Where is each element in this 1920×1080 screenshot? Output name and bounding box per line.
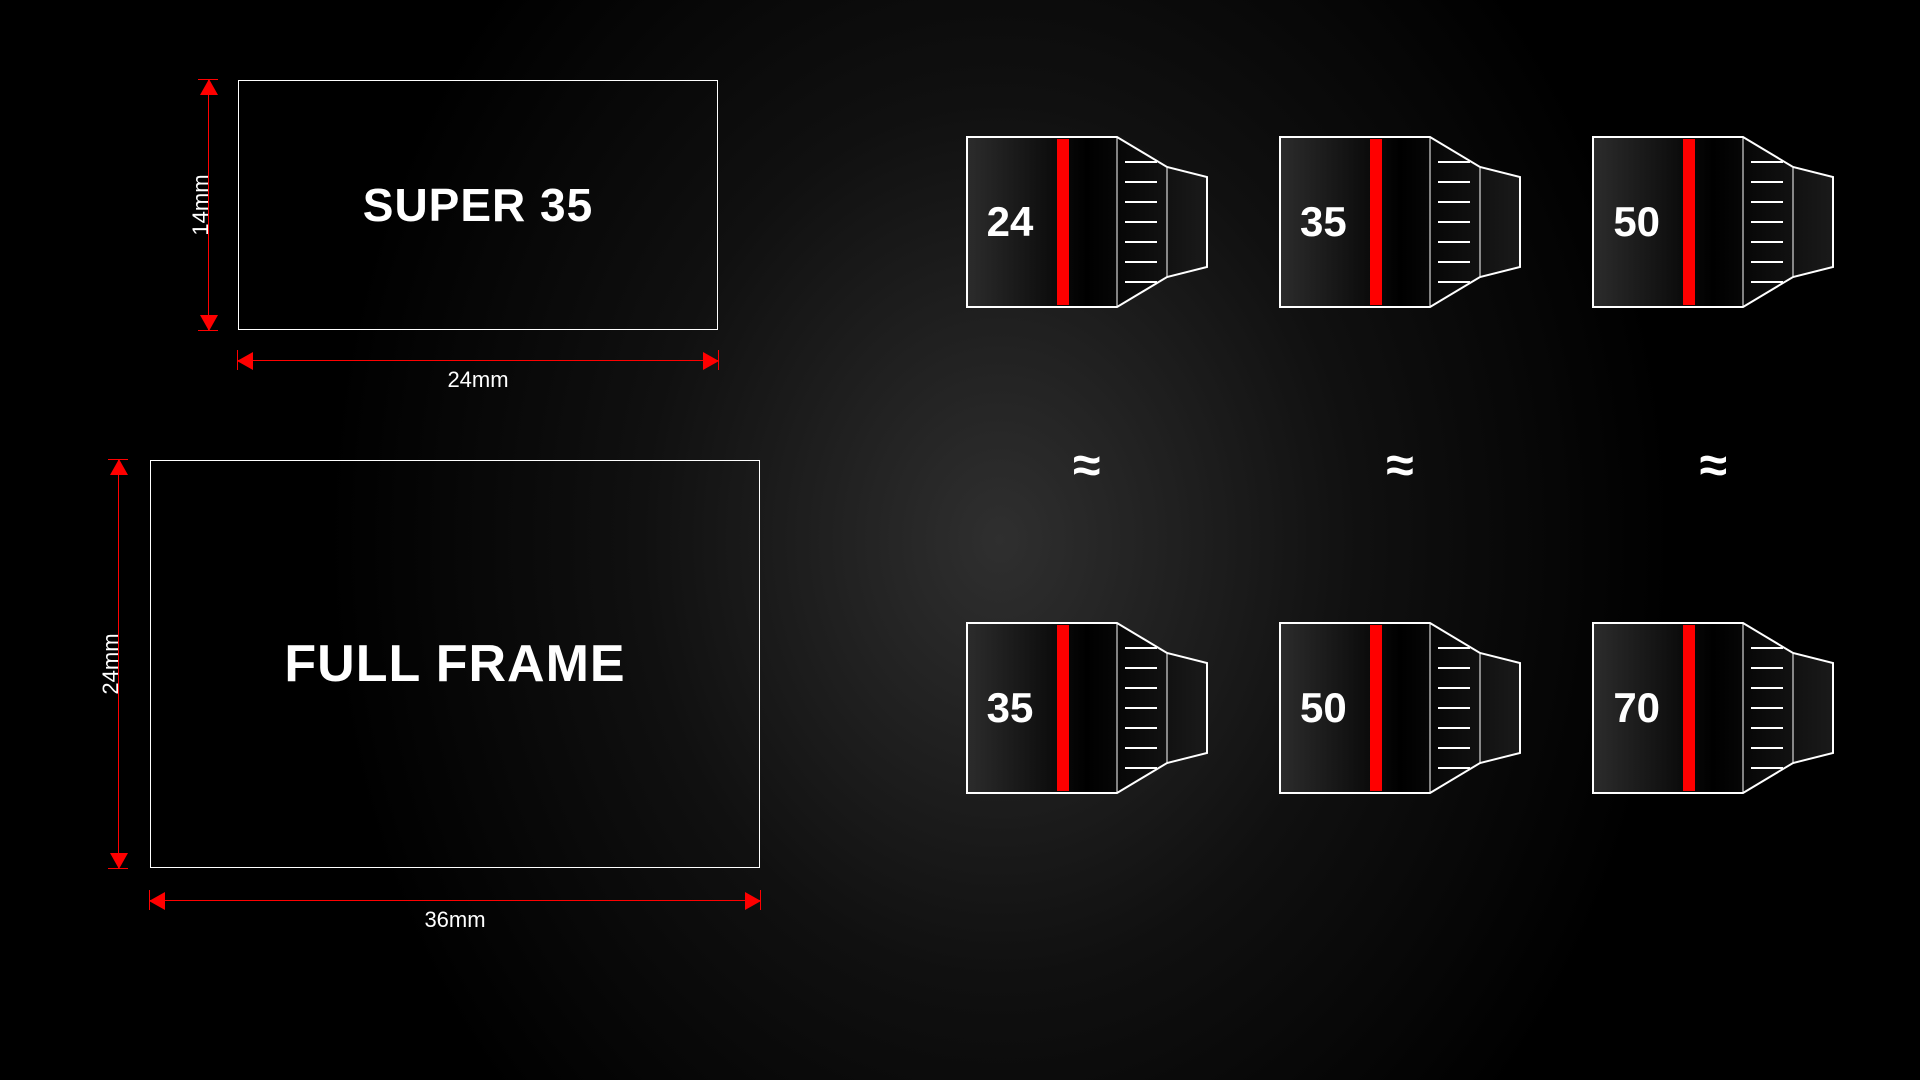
- lens-focal-label: 50: [1613, 198, 1660, 246]
- lens-ff-3: 70: [1583, 613, 1843, 803]
- lens-ff-1: 35: [957, 613, 1217, 803]
- lens-s35-1: 24: [957, 127, 1217, 317]
- dim-super35-height-label: 14mm: [188, 174, 214, 235]
- dim-fullframe-height-label: 24mm: [98, 633, 124, 694]
- approx-1: ≈: [1073, 440, 1100, 490]
- approx-2: ≈: [1386, 440, 1413, 490]
- dim-fullframe-height: 24mm: [118, 460, 119, 868]
- lens-focal-label: 35: [1300, 198, 1347, 246]
- dim-fullframe-width-label: 36mm: [424, 907, 485, 933]
- sensor-fullframe: FULL FRAME: [150, 460, 760, 868]
- sensor-super35: SUPER 35: [238, 80, 718, 330]
- dim-super35-width: 24mm: [238, 360, 718, 361]
- lens-ff-2: 50: [1270, 613, 1530, 803]
- lens-focal-label: 50: [1300, 684, 1347, 732]
- lens-focal-label: 35: [987, 684, 1034, 732]
- dim-super35-width-label: 24mm: [447, 367, 508, 393]
- dim-super35-height: 14mm: [208, 80, 209, 330]
- lens-grid: 24 35: [930, 95, 1870, 835]
- sensor-super35-label: SUPER 35: [363, 178, 593, 232]
- lens-s35-3: 50: [1583, 127, 1843, 317]
- lens-focal-label: 24: [987, 198, 1034, 246]
- lens-focal-label: 70: [1613, 684, 1660, 732]
- lens-s35-2: 35: [1270, 127, 1530, 317]
- dim-fullframe-width: 36mm: [150, 900, 760, 901]
- approx-3: ≈: [1700, 440, 1727, 490]
- diagram-stage: SUPER 35 14mm 24mm FULL FRAME 24mm 36mm: [0, 0, 1920, 1080]
- sensor-fullframe-label: FULL FRAME: [284, 634, 625, 694]
